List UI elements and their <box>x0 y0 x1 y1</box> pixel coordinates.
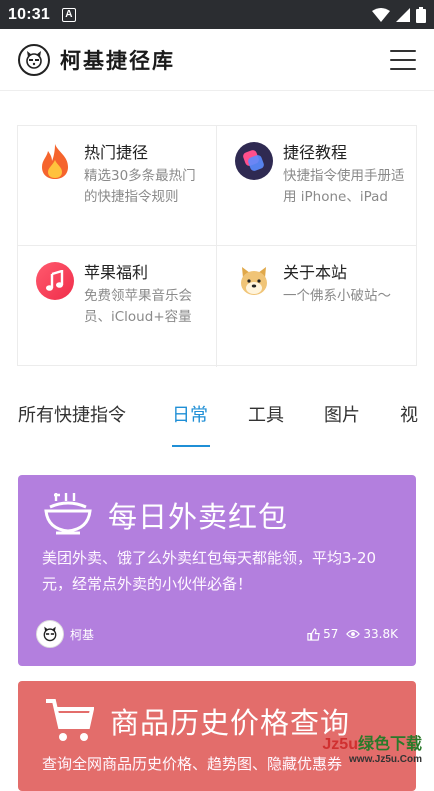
like-count-value: 57 <box>323 627 338 641</box>
feature-desc: 一个佛系小破站～ <box>283 286 391 307</box>
site-header: 柯基捷径库 <box>0 29 434 91</box>
corgi-logo-icon[interactable] <box>18 44 50 76</box>
feature-desc: 免费领苹果音乐会员、iCloud+容量 <box>84 286 206 328</box>
feature-shortcut-tutorial[interactable]: 捷径教程 快捷指令使用手册适用 iPhone、iPad <box>217 126 416 246</box>
watermark-text: 绿色下载 <box>358 736 422 753</box>
watermark-text: Jz5u <box>322 736 358 753</box>
eye-icon <box>346 628 360 640</box>
tab-tools[interactable]: 工具 <box>248 401 284 427</box>
status-time: 10:31 <box>8 6 50 24</box>
feature-title: 苹果福利 <box>84 262 206 284</box>
card-title: 商品历史价格查询 <box>110 700 350 742</box>
feature-apple-benefits[interactable]: 苹果福利 免费领苹果音乐会员、iCloud+容量 <box>18 246 217 367</box>
menu-line <box>390 59 416 61</box>
author-name: 柯基 <box>70 626 94 643</box>
thumbs-up-icon <box>307 628 320 641</box>
author-avatar <box>36 620 64 648</box>
feature-desc: 精选30多条最热门的快捷指令规则 <box>84 166 206 208</box>
food-bowl-icon <box>44 493 92 537</box>
card-description: 美团外卖、饿了么外卖红包每天都能领，平均3-20元，经常点外卖的小伙伴必备！ <box>18 537 416 597</box>
feature-grid: 热门捷径 精选30多条最热门的快捷指令规则 捷径教程 快捷指令使用手册适用 iP… <box>17 125 417 366</box>
watermark-url: www.Jz5u.Com <box>322 754 422 765</box>
notification-icon: A <box>62 8 76 22</box>
feature-hot-shortcuts[interactable]: 热门捷径 精选30多条最热门的快捷指令规则 <box>18 126 217 246</box>
status-bar: 10:31 A <box>0 0 434 29</box>
hamburger-menu-button[interactable] <box>390 50 416 70</box>
tab-video[interactable]: 视 <box>400 401 418 427</box>
menu-line <box>390 50 416 52</box>
feature-title: 关于本站 <box>283 262 391 284</box>
shopping-cart-icon <box>44 699 94 743</box>
view-count: 33.8K <box>346 627 398 641</box>
shortcuts-icon <box>235 142 273 180</box>
music-icon <box>36 262 74 300</box>
site-title[interactable]: 柯基捷径库 <box>60 45 175 75</box>
watermark-logo: Jz5u绿色下载 www.Jz5u.Com <box>322 730 422 765</box>
fire-icon <box>36 142 74 180</box>
tab-images[interactable]: 图片 <box>324 401 360 427</box>
feature-about-site[interactable]: 关于本站 一个佛系小破站～ <box>217 246 416 367</box>
active-tab-indicator <box>172 445 210 447</box>
menu-line <box>390 68 416 70</box>
card-title: 每日外卖红包 <box>108 494 288 536</box>
feature-title: 热门捷径 <box>84 142 206 164</box>
shortcut-card-takeout[interactable]: 每日外卖红包 美团外卖、饿了么外卖红包每天都能领，平均3-20元，经常点外卖的小… <box>18 475 416 666</box>
wifi-icon <box>372 8 390 22</box>
signal-icon <box>396 8 410 22</box>
view-count-value: 33.8K <box>363 627 398 641</box>
feature-desc: 快捷指令使用手册适用 iPhone、iPad <box>283 166 406 208</box>
tab-daily[interactable]: 日常 <box>172 401 208 427</box>
doge-icon <box>235 262 273 300</box>
like-count[interactable]: 57 <box>307 627 338 641</box>
category-tabs: 所有快捷指令 日常 工具 图片 视 <box>0 380 434 450</box>
feature-title: 捷径教程 <box>283 142 406 164</box>
tab-all-shortcuts[interactable]: 所有快捷指令 <box>18 401 126 427</box>
battery-icon <box>416 7 426 23</box>
